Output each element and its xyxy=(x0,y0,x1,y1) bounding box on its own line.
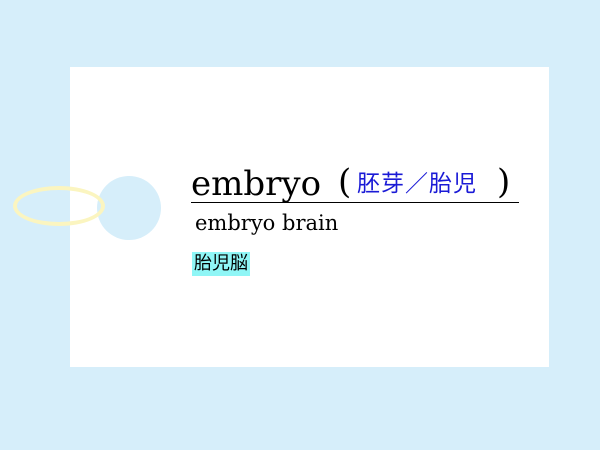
card-hole xyxy=(97,176,161,240)
close-paren: ) xyxy=(497,162,511,202)
headword-row: embryo ( 胚芽／胎児 ) xyxy=(191,156,519,203)
open-paren: ( xyxy=(338,162,352,202)
japanese-meaning: 胚芽／胎児 xyxy=(357,171,477,197)
example-phrase: embryo brain xyxy=(195,211,339,235)
example-translation: 胎児脳 xyxy=(192,252,250,276)
headword: embryo xyxy=(191,164,322,204)
binder-ring xyxy=(13,186,105,226)
